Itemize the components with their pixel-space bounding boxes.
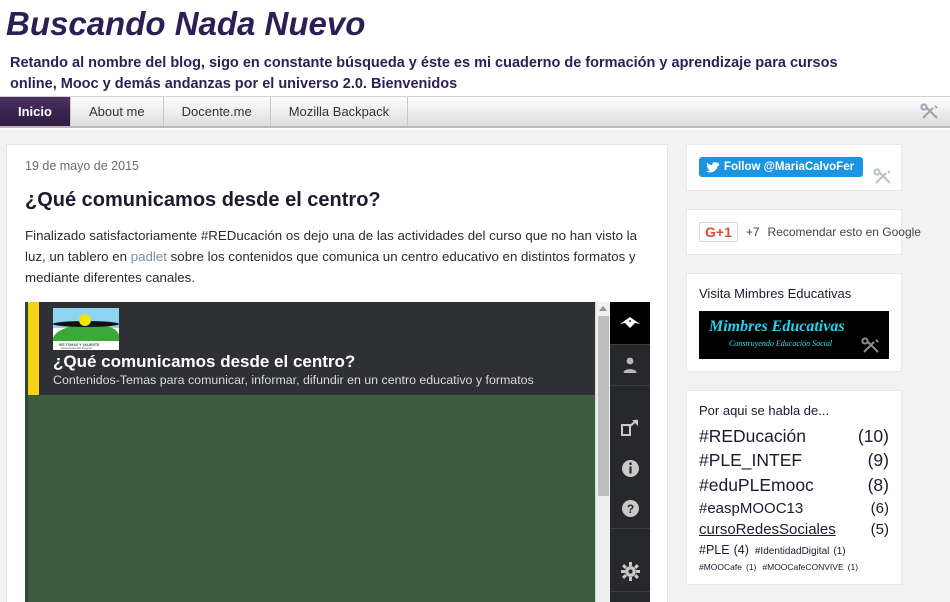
twitter-bird-icon [706,161,719,172]
tag-row: #REDucación (10) [699,425,889,446]
tag-link[interactable]: #REDucación [699,427,806,446]
tag-link[interactable]: #PLE_INTEF [699,451,802,470]
post-date: 19 de mayo de 2015 [25,159,139,173]
tag-count: (4) [733,543,749,557]
tag-link[interactable]: #IdentidadDigital [755,547,830,557]
tag-row: #PLE (4) #IdentidadDigital (1) [699,544,889,557]
post-title[interactable]: ¿Qué comunicamos desde el centro? [25,189,649,212]
tag-count: (6) [870,500,889,517]
tag-count: (5) [870,521,889,538]
tag-count: (1) [847,562,859,572]
tag-count: (8) [867,474,889,495]
padlet-embed[interactable]: Mira, Sonríe, Siente IES TOMAS Y VALIENT… [25,302,650,602]
mimbres-banner-title: Mimbres Educativas [709,317,845,335]
sidebar: Follow @MariaCalvoFer G+1 +7 Recomendar … [686,144,921,602]
tag-item: #PLE (4) [699,544,749,557]
tag-cloud: #REDucación (10) #PLE_INTEF (9) #eduPLEm… [699,425,889,572]
twitter-follow-label: Follow @MariaCalvoFer [724,161,855,173]
site-title[interactable]: Buscando Nada Nuevo [6,4,950,44]
scrollbar-thumb[interactable] [598,316,609,496]
padlet-scrollbar[interactable] [595,302,610,602]
tag-count: (1) [833,546,846,557]
tag-row: #MOOCafe (1) #MOOCafeCONVIVE (1) [699,563,889,572]
tag-link[interactable]: #MOOCafeCONVIVE [762,563,843,572]
gplus-row[interactable]: G+1 +7 Recomendar esto en Google [699,221,921,242]
nav-tab-about-me[interactable]: About me [70,97,164,126]
main-navigation: Inicio About me Docente.me Mozilla Backp… [0,96,950,128]
tag-item: #MOOCafe (1) [699,563,756,572]
share-icon[interactable] [610,408,650,448]
gplus-text: Recomendar esto en Google [767,224,921,239]
tag-link[interactable]: #easpMOOC13 [699,501,803,516]
site-description: Retando al nombre del blog, sigo en cons… [10,55,838,92]
tag-row: cursoRedesSociales (5) [699,522,889,537]
mimbres-banner[interactable]: Mimbres Educativas Construyendo Educació… [699,310,889,359]
tag-row: #easpMOOC13 (6) [699,501,889,516]
padlet-toolbar: ? [610,302,650,602]
school-logo-icon: Mira, Sonríe, Siente IES TOMAS Y VALIENT… [53,308,119,350]
svg-text:?: ? [626,502,633,516]
help-icon[interactable]: ? [610,488,650,528]
post-line-2-pre: un tablero en [49,249,131,264]
main-content-column: 19 de mayo de 2015 ¿Qué comunicamos desd… [6,144,668,602]
tag-link[interactable]: #eduPLEmooc [699,476,814,495]
mimbres-banner-subtitle: Construyendo Educación Social [729,338,833,348]
blog-page: Buscando Nada Nuevo Retando al nombre de… [0,0,950,602]
tag-link[interactable]: #PLE [699,544,730,557]
widget-twitter-follow: Follow @MariaCalvoFer [686,144,902,191]
tag-row: #PLE_INTEF (9) [699,450,889,470]
padlet-accent-strip [28,302,39,395]
nav-tab-inicio[interactable]: Inicio [0,97,71,126]
widget-google-plus: G+1 +7 Recomendar esto en Google [686,208,921,255]
page-body: 19 de mayo de 2015 ¿Qué comunicamos desd… [0,130,950,602]
tag-count: (10) [857,425,889,446]
tag-link[interactable]: cursoRedesSociales [699,522,836,537]
padlet-header: Mira, Sonríe, Siente IES TOMAS Y VALIENT… [39,302,614,395]
twitter-follow-button[interactable]: Follow @MariaCalvoFer [699,157,864,177]
tag-row: #eduPLEmooc (8) [699,474,889,495]
gear-icon[interactable] [610,551,650,591]
tag-count: (1) [746,562,757,572]
person-icon[interactable] [610,345,650,385]
wrench-screwdriver-icon [920,102,938,119]
blog-post: 19 de mayo de 2015 ¿Qué comunicamos desd… [7,145,667,602]
nav-filler [408,97,910,126]
widget-edit-tool-icon[interactable] [873,167,893,186]
tag-count: (9) [867,450,889,470]
site-header: Buscando Nada Nuevo Retando al nombre de… [0,0,950,95]
post-body: Finalizado satisfactoriamente #REDucació… [25,225,649,288]
widget-title: Visita Mimbres Educativas [699,285,852,301]
nav-tab-mozilla-backpack[interactable]: Mozilla Backpack [270,97,409,126]
tag-item: #MOOCafeCONVIVE (1) [762,563,858,572]
scroll-up-arrow-icon[interactable] [599,306,607,311]
logo-footer-2: Desenvolupant integral [61,346,92,350]
gplus-count: +7 [745,224,760,239]
widget-mimbres-educativas: Visita Mimbres Educativas Mimbres Educat… [686,272,902,372]
nav-edit-tool[interactable] [910,97,950,126]
padlet-logo-icon[interactable] [610,302,650,344]
padlet-link[interactable]: padlet [131,249,167,264]
widget-title: Por aqui se habla de... [699,402,830,418]
info-icon[interactable] [610,448,650,488]
tag-item: #IdentidadDigital (1) [755,547,846,557]
tag-link[interactable]: #MOOCafe [699,563,742,572]
post-line-3: mediante diferentes canales. [25,270,196,285]
post-line-2-post: sobre los contenidos que comunica un cen… [166,249,636,264]
widget-tag-cloud: Por aqui se habla de... #REDucación (10)… [686,389,902,585]
padlet-board-title: ¿Qué comunicamos desde el centro? [53,352,356,371]
nav-tab-docente-me[interactable]: Docente.me [163,97,271,126]
gplus-badge[interactable]: G+1 [699,221,738,242]
padlet-board-subtitle: Contenidos-Temas para comunicar, informa… [53,373,534,387]
widget-edit-tool-icon[interactable] [861,336,881,355]
